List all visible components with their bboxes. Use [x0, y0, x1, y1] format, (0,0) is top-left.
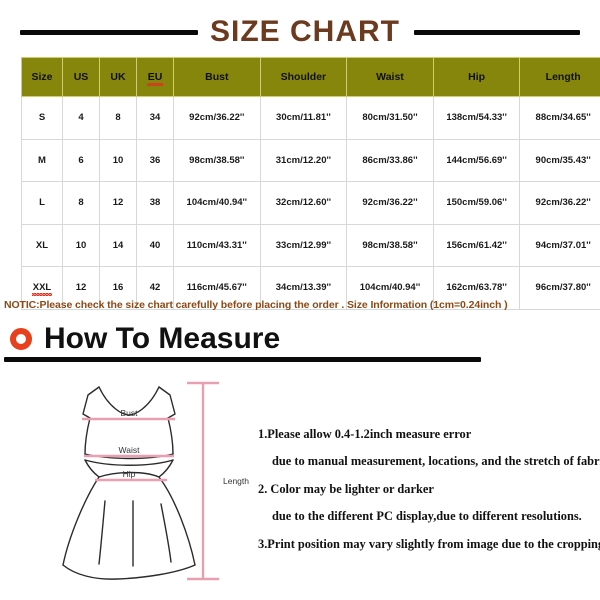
- column-header-eu-text: EU: [146, 70, 163, 86]
- cell-hip: 138cm/54.33'': [432, 96, 521, 140]
- column-header-eu: EU: [136, 57, 174, 97]
- table-body: S 4 8 34 92cm/36.22'' 30cm/11.81'' 80cm/…: [21, 96, 600, 310]
- size-chart-table: Size US UK EU Bust Shoulder Waist Hip Le…: [21, 57, 600, 310]
- title-rule-left: [20, 29, 198, 35]
- page-title: SIZE CHART: [210, 15, 400, 48]
- cell-length: 90cm/35.43'': [519, 138, 600, 182]
- table-row: M 6 10 36 98cm/38.58'' 31cm/12.20'' 86cm…: [21, 138, 600, 182]
- cell-bust: 92cm/36.22'': [173, 96, 261, 140]
- table-header: Size US UK EU Bust Shoulder Waist Hip Le…: [21, 57, 600, 97]
- cell-shoulder: 31cm/12.20'': [259, 138, 348, 182]
- cell-us: 10: [62, 223, 100, 267]
- cell-us: 4: [62, 96, 100, 140]
- cell-us: 8: [62, 181, 100, 225]
- cell-waist: 92cm/36.22'': [346, 181, 434, 225]
- cell-length: 92cm/36.22'': [519, 181, 600, 225]
- cell-shoulder: 30cm/11.81'': [259, 96, 348, 140]
- table-row: S 4 8 34 92cm/36.22'' 30cm/11.81'' 80cm/…: [21, 96, 600, 140]
- length-label: Length: [223, 476, 249, 486]
- column-header-shoulder: Shoulder: [259, 57, 348, 97]
- cell-bust: 104cm/40.94'': [173, 181, 261, 225]
- cell-hip: 150cm/59.06'': [432, 181, 521, 225]
- cell-hip: 156cm/61.42'': [432, 223, 521, 267]
- column-header-size: Size: [21, 57, 63, 97]
- cell-bust: 110cm/43.31'': [173, 223, 261, 267]
- cell-hip: 144cm/56.69'': [432, 138, 521, 182]
- bust-label: Bust: [120, 408, 138, 418]
- cell-eu: 40: [136, 223, 174, 267]
- instruction-line-3: 2. Color may be lighter or darker: [258, 481, 434, 496]
- cell-size-text: XXL: [31, 281, 53, 296]
- instruction-line-5: 3.Print position may vary slightly from …: [258, 536, 600, 551]
- cell-waist: 98cm/38.58'': [346, 223, 434, 267]
- cell-size: S: [21, 96, 63, 140]
- cell-uk: 10: [99, 138, 137, 182]
- column-header-us: US: [62, 57, 100, 97]
- table-row: XL 10 14 40 110cm/43.31'' 33cm/12.99'' 9…: [21, 223, 600, 267]
- cell-waist: 80cm/31.50'': [346, 96, 434, 140]
- column-header-hip: Hip: [432, 57, 521, 97]
- column-header-uk: UK: [99, 57, 137, 97]
- table-header-row: Size US UK EU Bust Shoulder Waist Hip Le…: [21, 57, 600, 97]
- table-row: L 8 12 38 104cm/40.94'' 32cm/12.60'' 92c…: [21, 181, 600, 225]
- cell-eu: 38: [136, 181, 174, 225]
- cell-length: 88cm/34.65'': [519, 96, 600, 140]
- waist-label: Waist: [119, 445, 141, 455]
- cell-uk: 8: [99, 96, 137, 140]
- hip-label: Hip: [123, 469, 136, 479]
- instruction-line-1: 1.Please allow 0.4-1.2inch measure error: [258, 427, 472, 441]
- measurement-lines: [82, 381, 219, 581]
- cell-size: L: [21, 181, 63, 225]
- dress-measurement-diagram: Bust Waist Hip Length: [55, 368, 250, 583]
- column-header-length: Length: [519, 57, 600, 97]
- cell-waist: 86cm/33.86'': [346, 138, 434, 182]
- cell-shoulder: 33cm/12.99'': [259, 223, 348, 267]
- cell-eu: 34: [136, 96, 174, 140]
- measure-instructions: 1.Please allow 0.4-1.2inch measure error…: [258, 427, 600, 551]
- column-header-bust: Bust: [173, 57, 261, 97]
- how-to-measure-heading: How To Measure: [10, 324, 280, 354]
- title-rule-right: [414, 29, 580, 35]
- instruction-line-4: due to the different PC display,due to d…: [272, 509, 582, 524]
- size-notice: NOTIC:Please check the size chart carefu…: [4, 299, 508, 311]
- cell-size: XL: [21, 223, 63, 267]
- how-to-measure-title: How To Measure: [44, 322, 281, 355]
- cell-eu: 36: [136, 138, 174, 182]
- cell-length: 94cm/37.01'': [519, 223, 600, 267]
- how-to-measure-rule: [4, 357, 481, 362]
- cell-size: M: [21, 138, 63, 182]
- chart-title-row: SIZE CHART: [0, 12, 600, 52]
- instruction-line-2: due to manual measurement, locations, an…: [272, 454, 600, 469]
- cell-uk: 12: [99, 181, 137, 225]
- cell-us: 6: [62, 138, 100, 182]
- orange-ring-icon: [10, 328, 32, 350]
- cell-shoulder: 32cm/12.60'': [259, 181, 348, 225]
- column-header-waist: Waist: [346, 57, 434, 97]
- cell-bust: 98cm/38.58'': [173, 138, 261, 182]
- cell-uk: 14: [99, 223, 137, 267]
